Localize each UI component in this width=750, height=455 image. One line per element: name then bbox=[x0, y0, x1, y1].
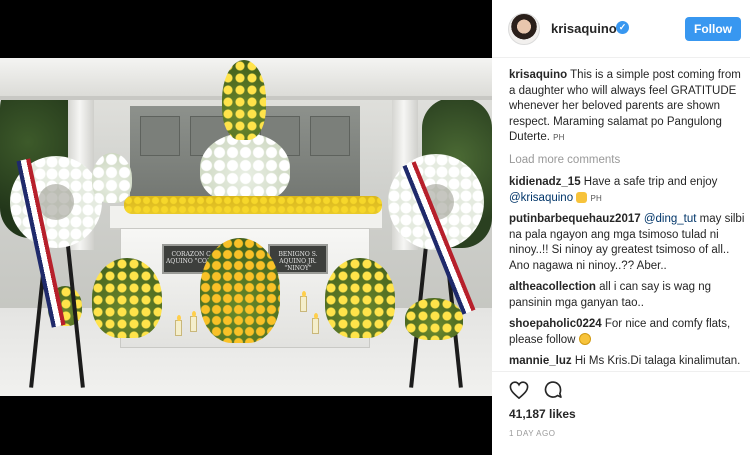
username-link[interactable]: krisaquino bbox=[551, 21, 617, 36]
comment-item: kidienadz_15 Have a safe trip and enjoy … bbox=[509, 175, 745, 206]
photo-candle bbox=[190, 311, 197, 332]
comment-mention-link[interactable]: @ding_tut bbox=[644, 213, 697, 225]
comment-username[interactable]: shoepaholic0224 bbox=[509, 318, 602, 330]
caption-tag: PH bbox=[553, 133, 565, 142]
post-timestamp[interactable]: 1 DAY AGO bbox=[509, 429, 555, 438]
avatar[interactable] bbox=[508, 13, 540, 45]
photo-white-arrangement bbox=[200, 133, 290, 203]
heart-icon[interactable] bbox=[509, 381, 529, 399]
comment-mention-link[interactable]: @krisaquino bbox=[509, 192, 573, 204]
comment-username[interactable]: putinbarbequehauz2017 bbox=[509, 213, 641, 225]
comment-item: shoepaholic0224 For nice and comfy flats… bbox=[509, 317, 745, 348]
photo-white-arrangement-left bbox=[92, 153, 132, 203]
photo-bouquet-easel bbox=[405, 298, 463, 340]
photo-flower-band bbox=[124, 196, 382, 214]
comment-username[interactable]: altheacollection bbox=[509, 281, 596, 293]
photo-bouquet-center bbox=[200, 238, 280, 343]
post-sidebar: krisaquino ✓ Follow krisaquino This is a… bbox=[492, 0, 750, 455]
wall-slab bbox=[310, 116, 350, 156]
likes-count[interactable]: 41,187 likes bbox=[509, 407, 576, 421]
photo-candle bbox=[312, 313, 319, 334]
wall-slab bbox=[140, 116, 180, 156]
post-photo-pane: CORAZON C. AQUINO "CORY" BENIGNO S. AQUI… bbox=[0, 0, 492, 455]
photo-top-arrangement bbox=[222, 60, 266, 140]
thumbs-up-icon bbox=[576, 191, 588, 203]
photo-candle bbox=[175, 315, 182, 336]
photo-bouquet-right bbox=[325, 258, 395, 338]
photo-plaque-right: BENIGNO S. AQUINO JR. "NINOY" bbox=[268, 244, 328, 274]
comment-item: altheacollection all i can say is wag ng… bbox=[509, 280, 745, 311]
comment-username[interactable]: mannie_luz bbox=[509, 355, 572, 367]
smile-icon bbox=[578, 332, 591, 345]
post-photo[interactable]: CORAZON C. AQUINO "CORY" BENIGNO S. AQUI… bbox=[0, 58, 492, 396]
comment-item: mannie_luz Hi Ms Kris.Di talaga kinalimu… bbox=[509, 354, 745, 371]
verified-badge-icon: ✓ bbox=[616, 21, 629, 34]
comment-text: Have a safe trip and enjoy bbox=[583, 176, 718, 188]
photo-bouquet-left bbox=[92, 258, 162, 338]
post-actions: 41,187 likes 1 DAY AGO bbox=[492, 371, 750, 455]
comment-item: putinbarbequehauz2017 @ding_tut may silb… bbox=[509, 212, 745, 274]
comments-list: krisaquino This is a simple post coming … bbox=[509, 68, 745, 371]
photo-wreath-hole bbox=[38, 184, 74, 220]
comment-icon[interactable] bbox=[543, 380, 563, 400]
caption-username[interactable]: krisaquino bbox=[509, 69, 567, 81]
follow-button[interactable]: Follow bbox=[685, 17, 741, 41]
load-more-comments-link[interactable]: Load more comments bbox=[509, 153, 745, 169]
caption: krisaquino This is a simple post coming … bbox=[509, 68, 745, 146]
post-header: krisaquino ✓ Follow bbox=[492, 0, 750, 58]
comment-username[interactable]: kidienadz_15 bbox=[509, 176, 581, 188]
comment-tag: PH bbox=[590, 193, 603, 203]
photo-candle bbox=[300, 291, 307, 312]
